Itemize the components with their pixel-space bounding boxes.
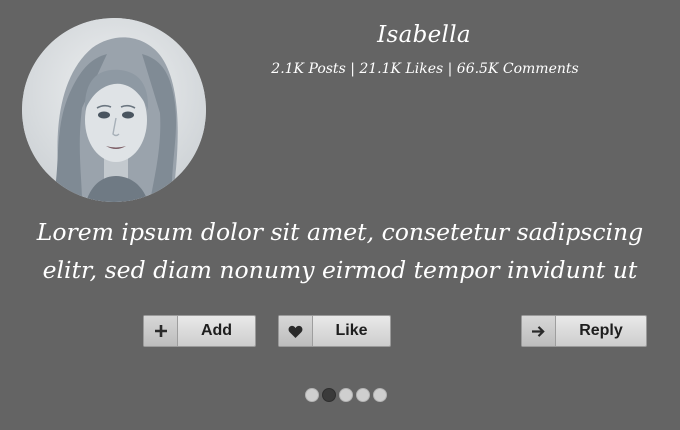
avatar — [22, 18, 206, 202]
heart-icon — [279, 316, 313, 346]
pagination-dot-active[interactable] — [322, 388, 336, 402]
add-button-label: Add — [200, 322, 233, 339]
pagination-dot[interactable] — [339, 388, 353, 402]
pagination-dot[interactable] — [356, 388, 370, 402]
profile-name: Isabella — [377, 22, 471, 48]
like-button[interactable]: Like — [278, 315, 391, 347]
profile-stats: 2.1K Posts | 21.1K Likes | 66.5K Comment… — [271, 61, 579, 77]
testimonial-quote: Lorem ipsum dolor sit amet, consetetur s… — [36, 218, 644, 284]
pagination-dot[interactable] — [305, 388, 319, 402]
plus-icon — [144, 316, 178, 346]
pagination-dot[interactable] — [373, 388, 387, 402]
profile-photo — [22, 18, 206, 202]
arrow-right-icon — [522, 316, 556, 346]
reply-button[interactable]: Reply — [521, 315, 647, 347]
like-button-label: Like — [335, 322, 368, 339]
carousel-pagination — [305, 388, 387, 402]
reply-button-label: Reply — [579, 322, 623, 339]
add-button[interactable]: Add — [143, 315, 256, 347]
